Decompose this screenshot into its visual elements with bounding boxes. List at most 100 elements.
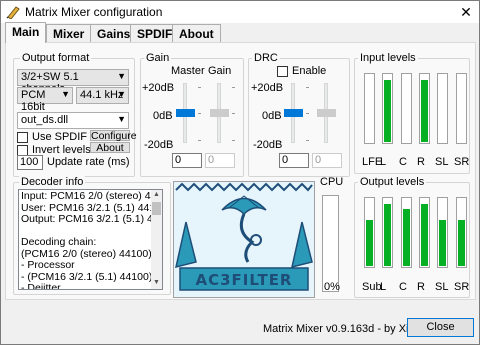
drc-level-input: 0 xyxy=(312,153,342,168)
level-meter-fill xyxy=(439,220,446,266)
level-meter-label: C xyxy=(399,281,407,293)
update-rate-label: Update rate (ms) xyxy=(47,156,130,168)
use-spdif-checkbox[interactable] xyxy=(17,132,28,143)
level-meter-sr xyxy=(456,73,467,144)
drc-top-label: +20dB xyxy=(251,82,284,94)
ac3filter-logo: AC3FILTER xyxy=(173,181,315,298)
level-meter-c xyxy=(401,73,412,144)
decoder-scrollbar[interactable]: ▲ ▼ xyxy=(151,190,162,289)
output-format-label: Output format xyxy=(20,52,92,64)
tick xyxy=(232,87,235,88)
chevron-down-icon: ▼ xyxy=(117,71,126,81)
tab-mixer[interactable]: Mixer xyxy=(46,24,92,42)
drc-level-slider-thumb xyxy=(317,109,336,117)
logo-image: AC3FILTER xyxy=(174,182,314,297)
level-meter-sub xyxy=(364,197,375,268)
master-slider-thumb[interactable] xyxy=(176,109,195,117)
level-meter-fill xyxy=(403,209,410,266)
plugin-select[interactable]: out_ds.dll ▼ xyxy=(17,112,129,129)
level-meter-r xyxy=(419,73,430,144)
tick xyxy=(306,140,309,141)
level-meter-label: L xyxy=(380,156,387,168)
scroll-up-icon[interactable]: ▲ xyxy=(152,191,161,198)
drc-mid-label: 0dB xyxy=(262,110,282,122)
window-title: Matrix Mixer configuration xyxy=(25,5,163,19)
gain-bottom-label: -20dB xyxy=(144,139,174,151)
tick xyxy=(232,113,235,114)
gain-input: 0 xyxy=(205,153,235,168)
gain-slider-thumb xyxy=(210,109,229,117)
close-icon[interactable]: ✕ xyxy=(456,3,476,21)
cpu-label: CPU xyxy=(320,176,344,188)
about-button[interactable]: About xyxy=(90,142,130,153)
pcm-select[interactable]: PCM 16bit ▼ xyxy=(17,87,73,113)
cpu-value: 0% xyxy=(324,281,340,293)
master-gain-input[interactable]: 0 xyxy=(172,153,202,168)
drc-enable-checkbox[interactable] xyxy=(277,66,288,77)
chevron-down-icon: ▼ xyxy=(117,114,126,124)
tick xyxy=(198,113,201,114)
level-meter-label: Sub xyxy=(362,281,382,293)
level-meter-label: R xyxy=(417,156,425,168)
title-bar: Matrix Mixer configuration ✕ xyxy=(1,1,479,23)
level-meter-label: SL xyxy=(435,281,449,293)
level-meter-label: R xyxy=(417,281,425,293)
chevron-down-icon: ▼ xyxy=(117,89,126,99)
level-meter-l xyxy=(382,197,393,268)
level-meter-label: SR xyxy=(454,156,470,168)
level-meter-sl xyxy=(437,197,448,268)
level-meter-fill xyxy=(366,220,373,266)
cpu-meter xyxy=(322,195,339,292)
level-meter-fill xyxy=(458,220,465,266)
decoder-info-text: Input: PCM16 2/0 (stereo) 44100 User: PC… xyxy=(21,190,162,290)
rate-select[interactable]: 44.1 kHz ▼ xyxy=(76,87,129,104)
output-levels-label: Output levels xyxy=(358,176,427,188)
master-label: Master xyxy=(171,65,205,77)
level-meter-sr xyxy=(456,197,467,268)
chevron-down-icon: ▼ xyxy=(61,89,70,99)
drc-label: DRC xyxy=(252,52,280,64)
level-meter-label: L xyxy=(380,281,387,293)
level-meter-label: C xyxy=(399,156,407,168)
configure-button[interactable]: Configure xyxy=(90,130,137,141)
use-spdif-label: Use SPDIF xyxy=(32,131,88,143)
level-meter-label: SR xyxy=(454,281,470,293)
level-meter-c xyxy=(401,197,412,268)
tick xyxy=(198,87,201,88)
tab-about[interactable]: About xyxy=(172,24,221,42)
app-icon xyxy=(6,6,20,19)
gain-label: Gain xyxy=(144,52,172,64)
window: Matrix Mixer configuration ✕ Main Mixer … xyxy=(0,0,480,345)
close-button[interactable]: Close xyxy=(407,318,474,337)
drc-input[interactable]: 0 xyxy=(279,153,309,168)
tick xyxy=(306,113,309,114)
tick xyxy=(232,140,235,141)
level-meter-lfe xyxy=(364,73,375,144)
tick xyxy=(198,140,201,141)
level-meter-fill xyxy=(384,80,391,142)
plugin-select-value: out_ds.dll xyxy=(21,114,69,126)
gain-top-label: +20dB xyxy=(142,82,175,94)
decoder-info-label: Decoder info xyxy=(19,176,86,188)
level-meter-fill xyxy=(384,204,391,266)
drc-bottom-label: -20dB xyxy=(253,139,283,151)
update-rate-input[interactable]: 100 xyxy=(17,155,43,170)
drc-slider-thumb[interactable] xyxy=(284,109,303,117)
level-meter-fill xyxy=(421,204,428,266)
channels-select[interactable]: 3/2+SW 5.1 channels ▼ xyxy=(17,69,129,95)
level-meter-r xyxy=(419,197,430,268)
scroll-down-icon[interactable]: ▼ xyxy=(152,279,161,286)
version-label: Matrix Mixer v0.9.163d - by XilasZ xyxy=(263,323,430,335)
input-levels-label: Input levels xyxy=(358,52,418,64)
scroll-thumb[interactable] xyxy=(152,202,161,215)
tick xyxy=(306,87,309,88)
decoder-info-listbox[interactable]: Input: PCM16 2/0 (stereo) 44100 User: PC… xyxy=(18,189,163,290)
level-meter-label: SL xyxy=(435,156,449,168)
level-meter-l xyxy=(382,73,393,144)
drc-enable-label: Enable xyxy=(292,65,327,77)
tab-main[interactable]: Main xyxy=(5,22,47,43)
logo-text: AC3FILTER xyxy=(196,271,293,289)
level-meter-sl xyxy=(437,73,448,144)
gain-slider-label: Gain xyxy=(208,65,232,77)
pcm-select-value: PCM 16bit xyxy=(21,89,46,113)
